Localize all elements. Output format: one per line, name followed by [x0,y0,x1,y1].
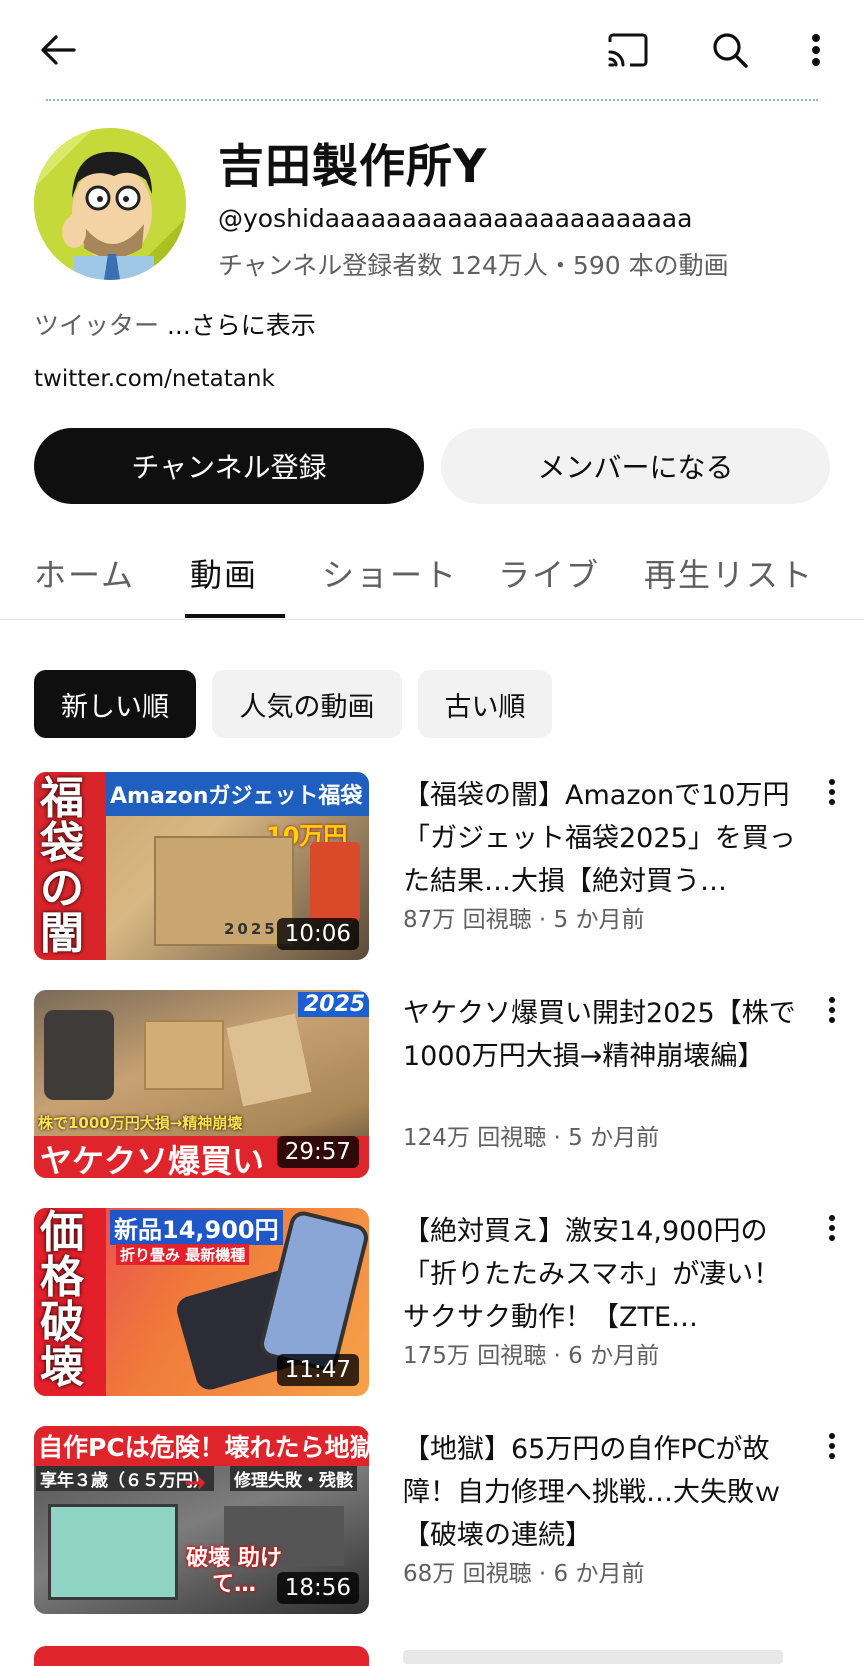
video-metadata: 175万 回視聴 · 6 か月前 [403,1343,660,1369]
video-duration: 11:47 [276,1354,359,1386]
cast-icon[interactable] [598,20,658,80]
banner-divider [46,99,818,101]
video-duration: 10:06 [276,918,359,950]
tab-live[interactable]: ライブ [498,550,600,596]
active-tab-indicator [185,614,285,618]
video-metadata: 124万 回視聴 · 5 か月前 [403,1125,660,1151]
channel-description[interactable]: ツイッター ...さらに表示 [34,306,316,342]
video-metadata: 68万 回視聴 · 6 か月前 [403,1561,645,1587]
more-vert-icon[interactable] [812,772,852,812]
thumbnail-caption: 破壊 助けて… [186,1546,282,1597]
channel-name: 吉田製作所Y [218,139,488,193]
video-list-item[interactable]: 価格破壊 新品14,900円 折り畳み 最新機種 11:47 【絶対買え】激安1… [0,1208,864,1398]
tab-home[interactable]: ホーム [34,550,135,596]
video-title[interactable]: 【絶対買え】激安14,900円の「折りたたみスマホ」が凄い！サクサク動作！【ZT… [403,1210,803,1339]
tab-videos[interactable]: 動画 [190,550,258,596]
video-list-item[interactable]: 自作PCは危険！壊れたら地獄 享年３歳（６５万円） → 修理失敗・残骸 破壊 助… [0,1426,864,1616]
video-list-item[interactable]: 福袋の闇 Amazonガジェット福袋 10万円 2025 10:06 【福袋の闇… [0,772,864,962]
more-vert-icon[interactable] [786,20,846,80]
video-list-item[interactable]: 2025 株で1000万円大損→精神崩壊 ヤケクソ爆買い 29:57 ヤケクソ爆… [0,990,864,1180]
video-thumbnail[interactable]: 2025 株で1000万円大損→精神崩壊 ヤケクソ爆買い 29:57 [34,990,369,1178]
channel-external-link[interactable]: twitter.com/netatank [34,366,275,392]
video-list-item-partial[interactable] [0,1646,864,1666]
join-membership-button[interactable]: メンバーになる [441,428,830,504]
more-vert-icon[interactable] [812,990,852,1030]
show-more-link[interactable]: ...さらに表示 [167,311,316,340]
more-vert-icon[interactable] [812,1426,852,1466]
video-title[interactable]: 【福袋の闇】Amazonで10万円「ガジェット福袋2025」を買った結果…大損【… [403,774,803,903]
video-metadata: 87万 回視聴 · 5 か月前 [403,907,645,933]
video-duration: 18:56 [276,1572,359,1604]
subscribe-button[interactable]: チャンネル登録 [34,428,424,504]
description-text: ツイッター [34,311,167,340]
thumbnail-caption: 2025 [298,992,369,1017]
arrow-left-icon[interactable] [28,20,88,80]
top-app-bar [0,0,864,100]
thumbnail-caption: 福袋の闇 [40,773,84,959]
chip-newest[interactable]: 新しい順 [34,670,196,738]
video-title[interactable]: ヤケクソ爆買い開封2025【株で1000万円大損→精神崩壊編】 [403,992,803,1078]
thumbnail-caption: 新品14,900円 [110,1210,283,1245]
thumbnail-caption: 2025 [224,920,278,938]
tab-playlists[interactable]: 再生リスト [644,550,814,596]
channel-handle: @yoshidaaaaaaaaaaaaaaaaaaaaaaaa [218,204,693,233]
channel-stats: チャンネル登録者数 124万人・590 本の動画 [218,251,729,280]
channel-tabs: ホーム 動画 ショート ライブ 再生リスト [0,530,864,620]
thumbnail-caption: 価格破壊 [40,1208,84,1393]
thumbnail-caption: 折り畳み 最新機種 [116,1244,250,1265]
thumbnail-caption: 自作PCは危険！壊れたら地獄 [34,1426,369,1466]
chip-oldest[interactable]: 古い順 [418,670,552,738]
video-thumbnail[interactable]: 福袋の闇 Amazonガジェット福袋 10万円 2025 10:06 [34,772,369,960]
thumbnail-caption: Amazonガジェット福袋 [110,784,363,809]
thumbnail-caption: 株で1000万円大損→精神崩壊 [38,1114,243,1132]
more-vert-icon[interactable] [812,1208,852,1248]
thumbnail-caption: 修理失敗・残骸 [230,1466,357,1491]
tab-shorts[interactable]: ショート [322,550,458,596]
video-duration: 29:57 [276,1136,359,1168]
video-title[interactable]: 【地獄】65万円の自作PCが故障！自力修理へ挑戦…大失敗ｗ【破壊の連続】 [403,1428,803,1557]
search-icon[interactable] [700,20,760,80]
video-thumbnail[interactable]: 価格破壊 新品14,900円 折り畳み 最新機種 11:47 [34,1208,369,1396]
channel-avatar[interactable] [34,128,186,280]
chip-popular[interactable]: 人気の動画 [212,670,402,738]
video-thumbnail[interactable]: 自作PCは危険！壊れたら地獄 享年３歳（６５万円） → 修理失敗・残骸 破壊 助… [34,1426,369,1614]
